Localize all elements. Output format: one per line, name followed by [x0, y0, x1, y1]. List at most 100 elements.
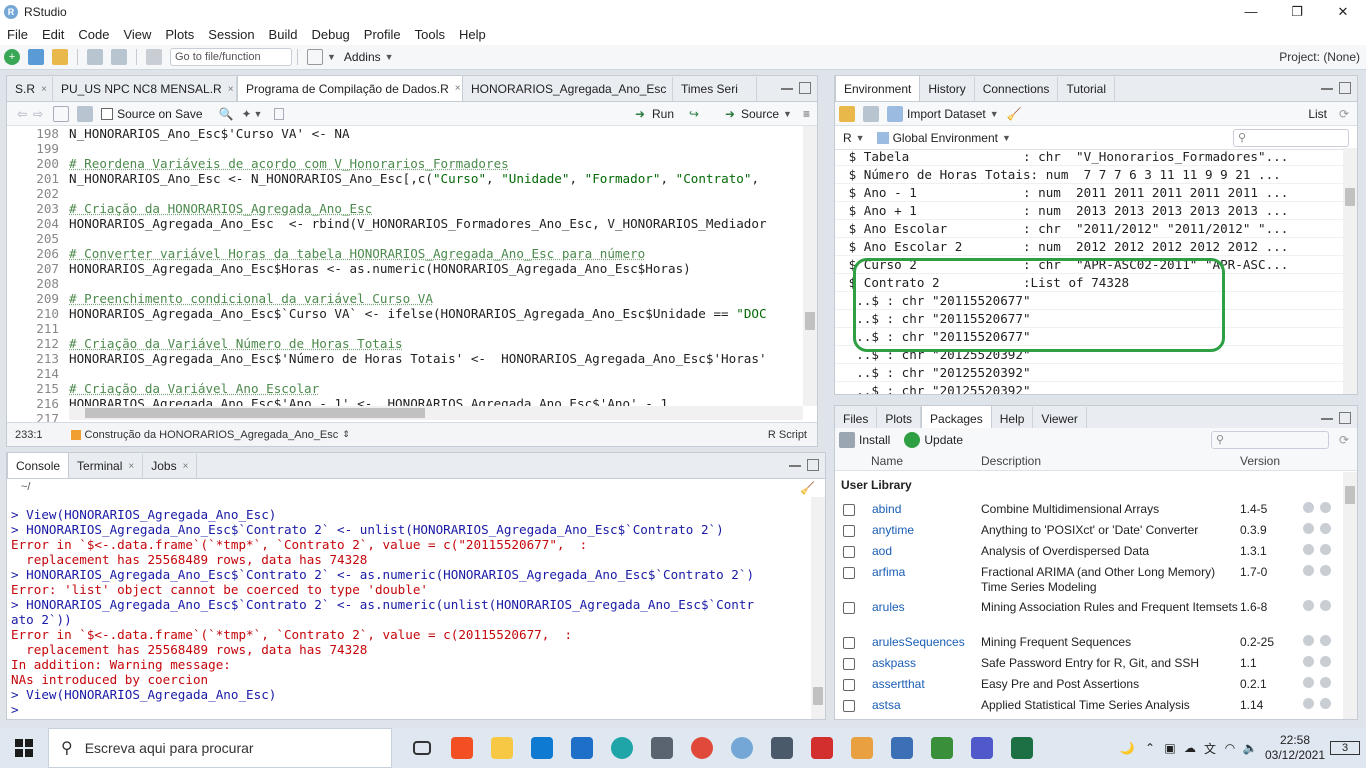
- language-select[interactable]: R: [843, 131, 852, 145]
- column-name[interactable]: Name: [871, 454, 903, 468]
- code-line[interactable]: # Criação da HONORARIOS_Agregada_Ano_Esc: [69, 201, 801, 216]
- environment-row[interactable]: $ Ano Escolar : chr "2011/2012" "2011/20…: [835, 220, 1343, 238]
- package-checkbox[interactable]: [843, 658, 855, 670]
- code-line[interactable]: [69, 276, 801, 291]
- code-line[interactable]: [69, 186, 801, 201]
- chevron-updown-icon[interactable]: ⇕: [342, 429, 350, 440]
- close-icon[interactable]: ×: [128, 461, 134, 472]
- code-line[interactable]: # Preenchimento condicional da variável …: [69, 291, 801, 306]
- notifications-badge[interactable]: 3: [1330, 741, 1360, 755]
- environment-row[interactable]: $ Ano - 1 : num 2011 2011 2011 2011 2011…: [835, 184, 1343, 202]
- code-line[interactable]: [69, 321, 801, 336]
- run-button[interactable]: Run: [652, 107, 674, 121]
- browse-package-icon[interactable]: [1303, 698, 1314, 709]
- console-output[interactable]: > View(HONORARIOS_Agregada_Ano_Esc) > HON…: [11, 501, 807, 719]
- mail-icon[interactable]: [562, 728, 602, 768]
- package-name-link[interactable]: abind: [872, 502, 901, 516]
- remove-package-icon[interactable]: [1320, 698, 1331, 709]
- file-explorer-icon[interactable]: [482, 728, 522, 768]
- cloud-icon[interactable]: ☁: [1180, 741, 1200, 755]
- calculator-icon[interactable]: [642, 728, 682, 768]
- outline-icon[interactable]: ≡: [803, 107, 810, 121]
- chevron-down-icon[interactable]: ▼: [254, 109, 263, 119]
- package-checkbox[interactable]: [843, 504, 855, 516]
- environment-row[interactable]: $ Ano + 1 : num 2013 2013 2013 2013 2013…: [835, 202, 1343, 220]
- code-line[interactable]: HONORARIOS_Agregada_Ano_Esc$'Número de H…: [69, 351, 801, 366]
- browse-package-icon[interactable]: [1303, 677, 1314, 688]
- save-all-icon[interactable]: [111, 49, 127, 65]
- code-area[interactable]: N_HONORARIOS_Ano_Esc$'Curso VA' <- NA # R…: [69, 126, 801, 420]
- addins-menu[interactable]: Addins: [344, 50, 381, 64]
- tab-history[interactable]: History: [920, 77, 975, 101]
- browse-package-icon[interactable]: [1303, 544, 1314, 555]
- package-name-link[interactable]: assertthat: [872, 677, 925, 691]
- grid-layout-icon[interactable]: [307, 49, 323, 65]
- remove-package-icon[interactable]: [1320, 656, 1331, 667]
- update-button[interactable]: Update: [924, 433, 963, 447]
- menu-build[interactable]: Build: [262, 27, 305, 42]
- project-menu[interactable]: Project: (None): [1279, 50, 1360, 64]
- chevron-down-icon[interactable]: ▼: [1002, 133, 1011, 143]
- package-checkbox[interactable]: [843, 546, 855, 558]
- tab-connections[interactable]: Connections: [975, 77, 1059, 101]
- tab-terminal[interactable]: Terminal ×: [69, 454, 144, 478]
- remove-package-icon[interactable]: [1320, 565, 1331, 576]
- rerun-icon[interactable]: ↪: [689, 107, 699, 121]
- browse-package-icon[interactable]: [1303, 565, 1314, 576]
- remove-package-icon[interactable]: [1320, 600, 1331, 611]
- environment-row[interactable]: $ Tabela : chr "V_Honorarios_Formadores"…: [835, 148, 1343, 166]
- package-name-link[interactable]: arfima: [872, 565, 905, 579]
- broom-icon[interactable]: 🧹: [1007, 107, 1022, 121]
- open-workspace-icon[interactable]: [839, 105, 855, 122]
- refresh-icon[interactable]: ⟳: [1339, 433, 1349, 447]
- save-icon[interactable]: [77, 105, 94, 122]
- packages-search-input[interactable]: ⚲: [1211, 430, 1329, 449]
- install-button[interactable]: Install: [859, 433, 890, 447]
- restore-button[interactable]: ❐: [1274, 0, 1320, 23]
- maximize-pane-icon[interactable]: [799, 82, 811, 94]
- code-line[interactable]: HONORARIOS_Agregada_Ano_Esc$`Curso VA` <…: [69, 306, 801, 321]
- tab-jobs[interactable]: Jobs ×: [143, 454, 198, 478]
- clock[interactable]: 22:58 03/12/2021: [1260, 733, 1330, 763]
- goto-file-input[interactable]: Go to file/function: [170, 48, 292, 66]
- tab-console[interactable]: Console: [7, 453, 70, 478]
- close-button[interactable]: ✕: [1320, 0, 1366, 23]
- maximize-pane-icon[interactable]: [1339, 412, 1351, 424]
- code-line[interactable]: # Reordena Variáveis de acordo com V_Hon…: [69, 156, 801, 171]
- excel-icon[interactable]: [1002, 728, 1042, 768]
- source-on-save-checkbox[interactable]: [101, 107, 114, 120]
- code-line[interactable]: # Criação da Variável Número de Horas To…: [69, 336, 801, 351]
- new-file-icon[interactable]: +: [4, 49, 20, 65]
- package-name-link[interactable]: anytime: [872, 523, 914, 537]
- menu-plots[interactable]: Plots: [158, 27, 201, 42]
- file-type-label[interactable]: R Script: [768, 429, 807, 441]
- close-icon[interactable]: ×: [455, 83, 461, 94]
- scope-select[interactable]: Global Environment: [893, 131, 998, 145]
- import-dataset-button[interactable]: Import Dataset: [907, 107, 986, 121]
- package-name-link[interactable]: arulesSequences: [872, 635, 965, 649]
- package-checkbox[interactable]: [843, 700, 855, 712]
- taskbar-search-box[interactable]: ⚲ Escreva aqui para procurar: [48, 728, 392, 768]
- close-icon[interactable]: ×: [228, 84, 234, 95]
- remove-package-icon[interactable]: [1320, 523, 1331, 534]
- search-icon[interactable]: 🔍: [219, 107, 234, 121]
- chevron-down-icon[interactable]: ▼: [385, 52, 394, 62]
- minimize-pane-icon[interactable]: [781, 82, 793, 90]
- chevron-down-icon[interactable]: ▼: [990, 109, 999, 119]
- package-name-link[interactable]: askpass: [872, 656, 916, 670]
- magic-wand-icon[interactable]: ✦: [241, 107, 251, 121]
- remove-package-icon[interactable]: [1320, 677, 1331, 688]
- menu-debug[interactable]: Debug: [304, 27, 356, 42]
- minimize-button[interactable]: —: [1228, 0, 1274, 23]
- acrobat-reader-icon[interactable]: [802, 728, 842, 768]
- wifi-icon[interactable]: ◠: [1220, 741, 1240, 755]
- chrome-browser-icon[interactable]: [682, 728, 722, 768]
- minimize-pane-icon[interactable]: [1321, 82, 1333, 90]
- console-path[interactable]: ~/: [21, 481, 30, 493]
- column-description[interactable]: Description: [981, 454, 1041, 468]
- chevron-up-icon[interactable]: ⌃: [1140, 741, 1160, 755]
- browse-package-icon[interactable]: [1303, 523, 1314, 534]
- tab-s-r[interactable]: S.R ×: [7, 77, 53, 101]
- tab-environment[interactable]: Environment: [835, 76, 921, 101]
- tab-pu-us[interactable]: PU_US NPC NC8 MENSAL.R ×: [53, 77, 237, 101]
